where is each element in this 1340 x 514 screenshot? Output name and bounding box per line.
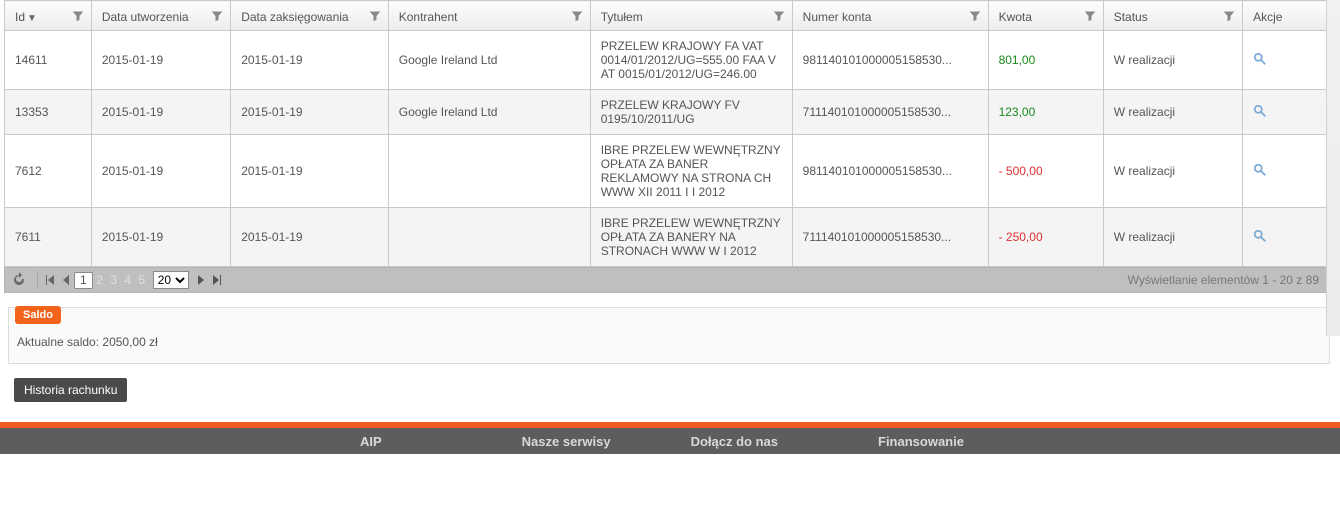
footer-link-services[interactable]: Nasze serwisy <box>512 434 621 449</box>
cell-id: 13353 <box>5 90 92 135</box>
cell-created: 2015-01-19 <box>91 208 230 267</box>
col-header-contractor[interactable]: Kontrahent <box>388 1 590 31</box>
pager-info: Wyświetlanie elementów 1 - 20 z 89 <box>1128 273 1319 287</box>
col-header-id[interactable]: Id▼ <box>5 1 92 31</box>
last-page-icon[interactable] <box>209 272 225 288</box>
view-icon[interactable] <box>1253 232 1267 246</box>
footer-link-join[interactable]: Dołącz do nas <box>681 434 788 449</box>
cell-amount: 801,00 <box>988 31 1103 90</box>
col-header-actions: Akcje <box>1243 1 1332 31</box>
cell-booked: 2015-01-19 <box>231 31 389 90</box>
sort-desc-icon: ▼ <box>27 13 37 24</box>
cell-booked: 2015-01-19 <box>231 90 389 135</box>
balance-text: Aktualne saldo: 2050,00 zł <box>9 325 1329 349</box>
cell-status: W realizacji <box>1103 135 1242 208</box>
footer-link-aip[interactable]: AIP <box>350 434 392 449</box>
col-header-status[interactable]: Status <box>1103 1 1242 31</box>
cell-title: PRZELEW KRAJOWY FV 0195/10/2011/UG <box>590 90 792 135</box>
cell-title: PRZELEW KRAJOWY FA VAT 0014/01/2012/UG=5… <box>590 31 792 90</box>
cell-title: IBRE PRZELEW WEWNĘTRZNY OPŁATA ZA BANERY… <box>590 208 792 267</box>
col-header-amount[interactable]: Kwota <box>988 1 1103 31</box>
cell-title: IBRE PRZELEW WEWNĘTRZNY OPŁATA ZA BANER … <box>590 135 792 208</box>
cell-amount: - 500,00 <box>988 135 1103 208</box>
filter-icon[interactable] <box>1222 9 1236 23</box>
cell-actions <box>1243 135 1332 208</box>
cell-booked: 2015-01-19 <box>231 135 389 208</box>
cell-contractor: Google Ireland Ltd <box>388 31 590 90</box>
cell-created: 2015-01-19 <box>91 31 230 90</box>
cell-amount: - 250,00 <box>988 208 1103 267</box>
cell-status: W realizacji <box>1103 208 1242 267</box>
filter-icon[interactable] <box>210 9 224 23</box>
cell-account: 711140101000005158530... <box>792 90 988 135</box>
footer-bar: AIP Nasze serwisy Dołącz do nas Finansow… <box>0 428 1340 454</box>
page-number[interactable]: 1 <box>74 272 93 289</box>
balance-box: Saldo Aktualne saldo: 2050,00 zł <box>8 307 1330 364</box>
view-icon[interactable] <box>1253 55 1267 69</box>
cell-id: 7612 <box>5 135 92 208</box>
cell-account: 981140101000005158530... <box>792 135 988 208</box>
cell-actions <box>1243 31 1332 90</box>
page-size-select[interactable]: 20 <box>153 271 189 289</box>
footer-link-financing[interactable]: Finansowanie <box>868 434 974 449</box>
filter-icon[interactable] <box>1083 9 1097 23</box>
refresh-icon[interactable] <box>11 272 27 288</box>
view-icon[interactable] <box>1253 107 1267 121</box>
col-header-account[interactable]: Numer konta <box>792 1 988 31</box>
balance-tag: Saldo <box>15 306 61 324</box>
cell-id: 7611 <box>5 208 92 267</box>
prev-page-icon[interactable] <box>58 272 74 288</box>
cell-actions <box>1243 208 1332 267</box>
col-header-created[interactable]: Data utworzenia <box>91 1 230 31</box>
filter-icon[interactable] <box>71 9 85 23</box>
table-row: 146112015-01-192015-01-19Google Ireland … <box>5 31 1332 90</box>
filter-icon[interactable] <box>772 9 786 23</box>
transactions-table: Id▼ Data utworzenia Data zaksięgowania K… <box>4 0 1332 267</box>
view-icon[interactable] <box>1253 166 1267 180</box>
pager-bar: 12345 20 Wyświetlanie elementów 1 - 20 z… <box>4 267 1330 293</box>
cell-account: 711140101000005158530... <box>792 208 988 267</box>
cell-created: 2015-01-19 <box>91 90 230 135</box>
cell-status: W realizacji <box>1103 90 1242 135</box>
cell-contractor: Google Ireland Ltd <box>388 90 590 135</box>
vertical-scrollbar[interactable] <box>1326 0 1340 336</box>
page-number[interactable]: 3 <box>107 273 121 287</box>
cell-id: 14611 <box>5 31 92 90</box>
next-page-icon[interactable] <box>193 272 209 288</box>
cell-actions <box>1243 90 1332 135</box>
cell-created: 2015-01-19 <box>91 135 230 208</box>
cell-booked: 2015-01-19 <box>231 208 389 267</box>
page-number[interactable]: 2 <box>93 273 107 287</box>
cell-status: W realizacji <box>1103 31 1242 90</box>
col-header-booked[interactable]: Data zaksięgowania <box>231 1 389 31</box>
table-row: 133532015-01-192015-01-19Google Ireland … <box>5 90 1332 135</box>
cell-contractor <box>388 135 590 208</box>
filter-icon[interactable] <box>368 9 382 23</box>
col-header-title[interactable]: Tytułem <box>590 1 792 31</box>
account-history-button[interactable]: Historia rachunku <box>14 378 127 402</box>
cell-account: 981140101000005158530... <box>792 31 988 90</box>
table-row: 76122015-01-192015-01-19IBRE PRZELEW WEW… <box>5 135 1332 208</box>
filter-icon[interactable] <box>968 9 982 23</box>
page-number[interactable]: 5 <box>135 273 149 287</box>
cell-amount: 123,00 <box>988 90 1103 135</box>
cell-contractor <box>388 208 590 267</box>
table-row: 76112015-01-192015-01-19IBRE PRZELEW WEW… <box>5 208 1332 267</box>
page-number[interactable]: 4 <box>121 273 135 287</box>
first-page-icon[interactable] <box>42 272 58 288</box>
filter-icon[interactable] <box>570 9 584 23</box>
